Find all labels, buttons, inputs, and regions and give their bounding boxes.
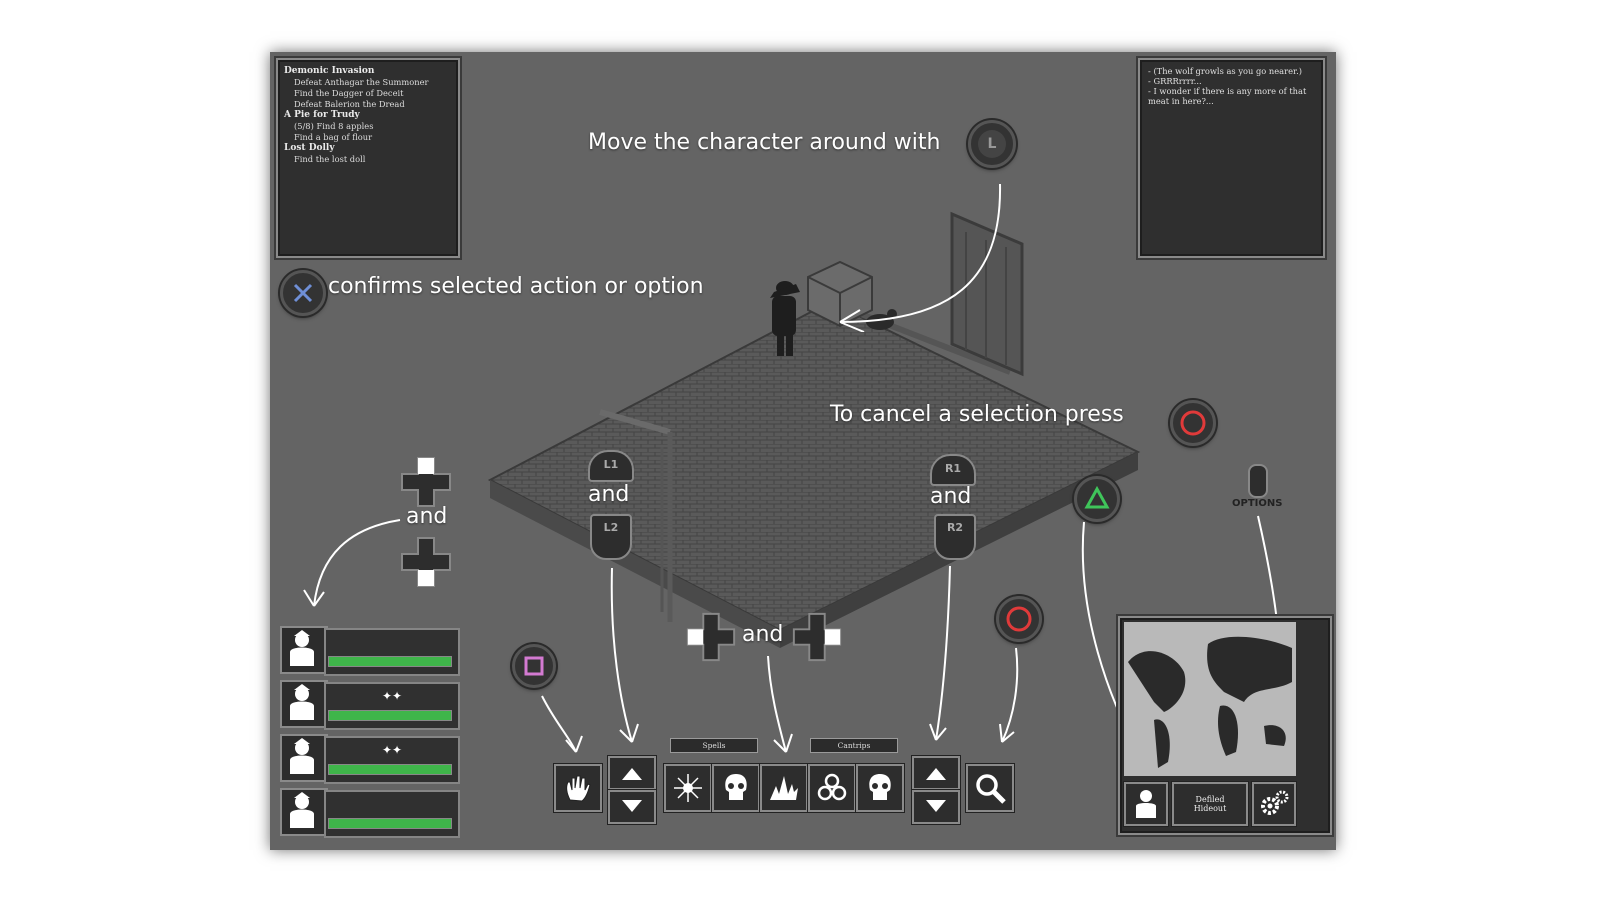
health-bar-fill — [329, 819, 451, 828]
location-name-line2: Hideout — [1193, 804, 1227, 813]
health-bar-fill — [329, 711, 451, 720]
magnifier-icon — [976, 774, 1006, 804]
character-sheet-button[interactable] — [1124, 782, 1168, 826]
status-effect-icon: ✦✦ — [382, 689, 403, 703]
minimap-panel[interactable]: Defiled Hideout — [1118, 616, 1332, 835]
settings-button[interactable] — [1252, 782, 1296, 826]
skull-icon — [725, 774, 747, 800]
party-portrait[interactable] — [280, 734, 328, 782]
party-portrait[interactable] — [280, 788, 328, 836]
party-status-frame — [324, 790, 460, 838]
scroll-down-button-right[interactable] — [912, 790, 960, 824]
character-silhouette-icon — [290, 792, 314, 828]
location-name-line1: Defiled — [1195, 795, 1225, 804]
party-member-4[interactable] — [276, 786, 460, 838]
skull-icon-2 — [869, 774, 891, 800]
tab-cantrips[interactable]: Cantrips — [810, 738, 898, 753]
party-member-3[interactable]: ✦✦ — [276, 732, 460, 784]
inspect-button[interactable] — [966, 764, 1014, 812]
party-member-1[interactable] — [276, 624, 460, 676]
eye-sun-icon — [674, 774, 702, 802]
health-bar — [328, 764, 452, 775]
location-label: Defiled Hideout — [1172, 782, 1248, 826]
triple-circle-icon — [817, 773, 847, 801]
health-bar — [328, 710, 452, 721]
person-icon — [1136, 790, 1156, 818]
scroll-down-button-left[interactable] — [608, 790, 656, 824]
character-silhouette-icon — [290, 684, 314, 720]
party-portrait[interactable] — [280, 626, 328, 674]
health-bar-fill — [329, 657, 451, 666]
party-member-2[interactable]: ✦✦ — [276, 678, 460, 730]
party-portrait[interactable] — [280, 680, 328, 728]
spell-slot-1[interactable] — [664, 764, 712, 812]
spell-slot-3[interactable] — [760, 764, 808, 812]
spell-slot-5[interactable] — [856, 764, 904, 812]
gear-icon — [1261, 790, 1289, 815]
spell-slot-2[interactable] — [712, 764, 760, 812]
game-viewport: Demonic Invasion Defeat Anthagar the Summ… — [270, 52, 1336, 850]
status-effect-icon: ✦✦ — [382, 743, 403, 757]
character-silhouette-icon — [290, 630, 314, 666]
health-bar-fill — [329, 765, 451, 774]
scroll-up-button-right[interactable] — [912, 756, 960, 790]
party-status-frame — [324, 628, 460, 676]
scroll-up-button-left[interactable] — [608, 756, 656, 790]
world-map — [1124, 622, 1296, 776]
spell-slot-4[interactable] — [808, 764, 856, 812]
health-bar — [328, 818, 452, 829]
party-panel: ✦✦ ✦✦ — [276, 624, 460, 844]
health-bar — [328, 656, 452, 667]
burst-icon — [770, 776, 798, 800]
interact-hand-button[interactable] — [554, 764, 602, 812]
character-silhouette-icon — [290, 738, 314, 774]
tab-spells[interactable]: Spells — [670, 738, 758, 753]
